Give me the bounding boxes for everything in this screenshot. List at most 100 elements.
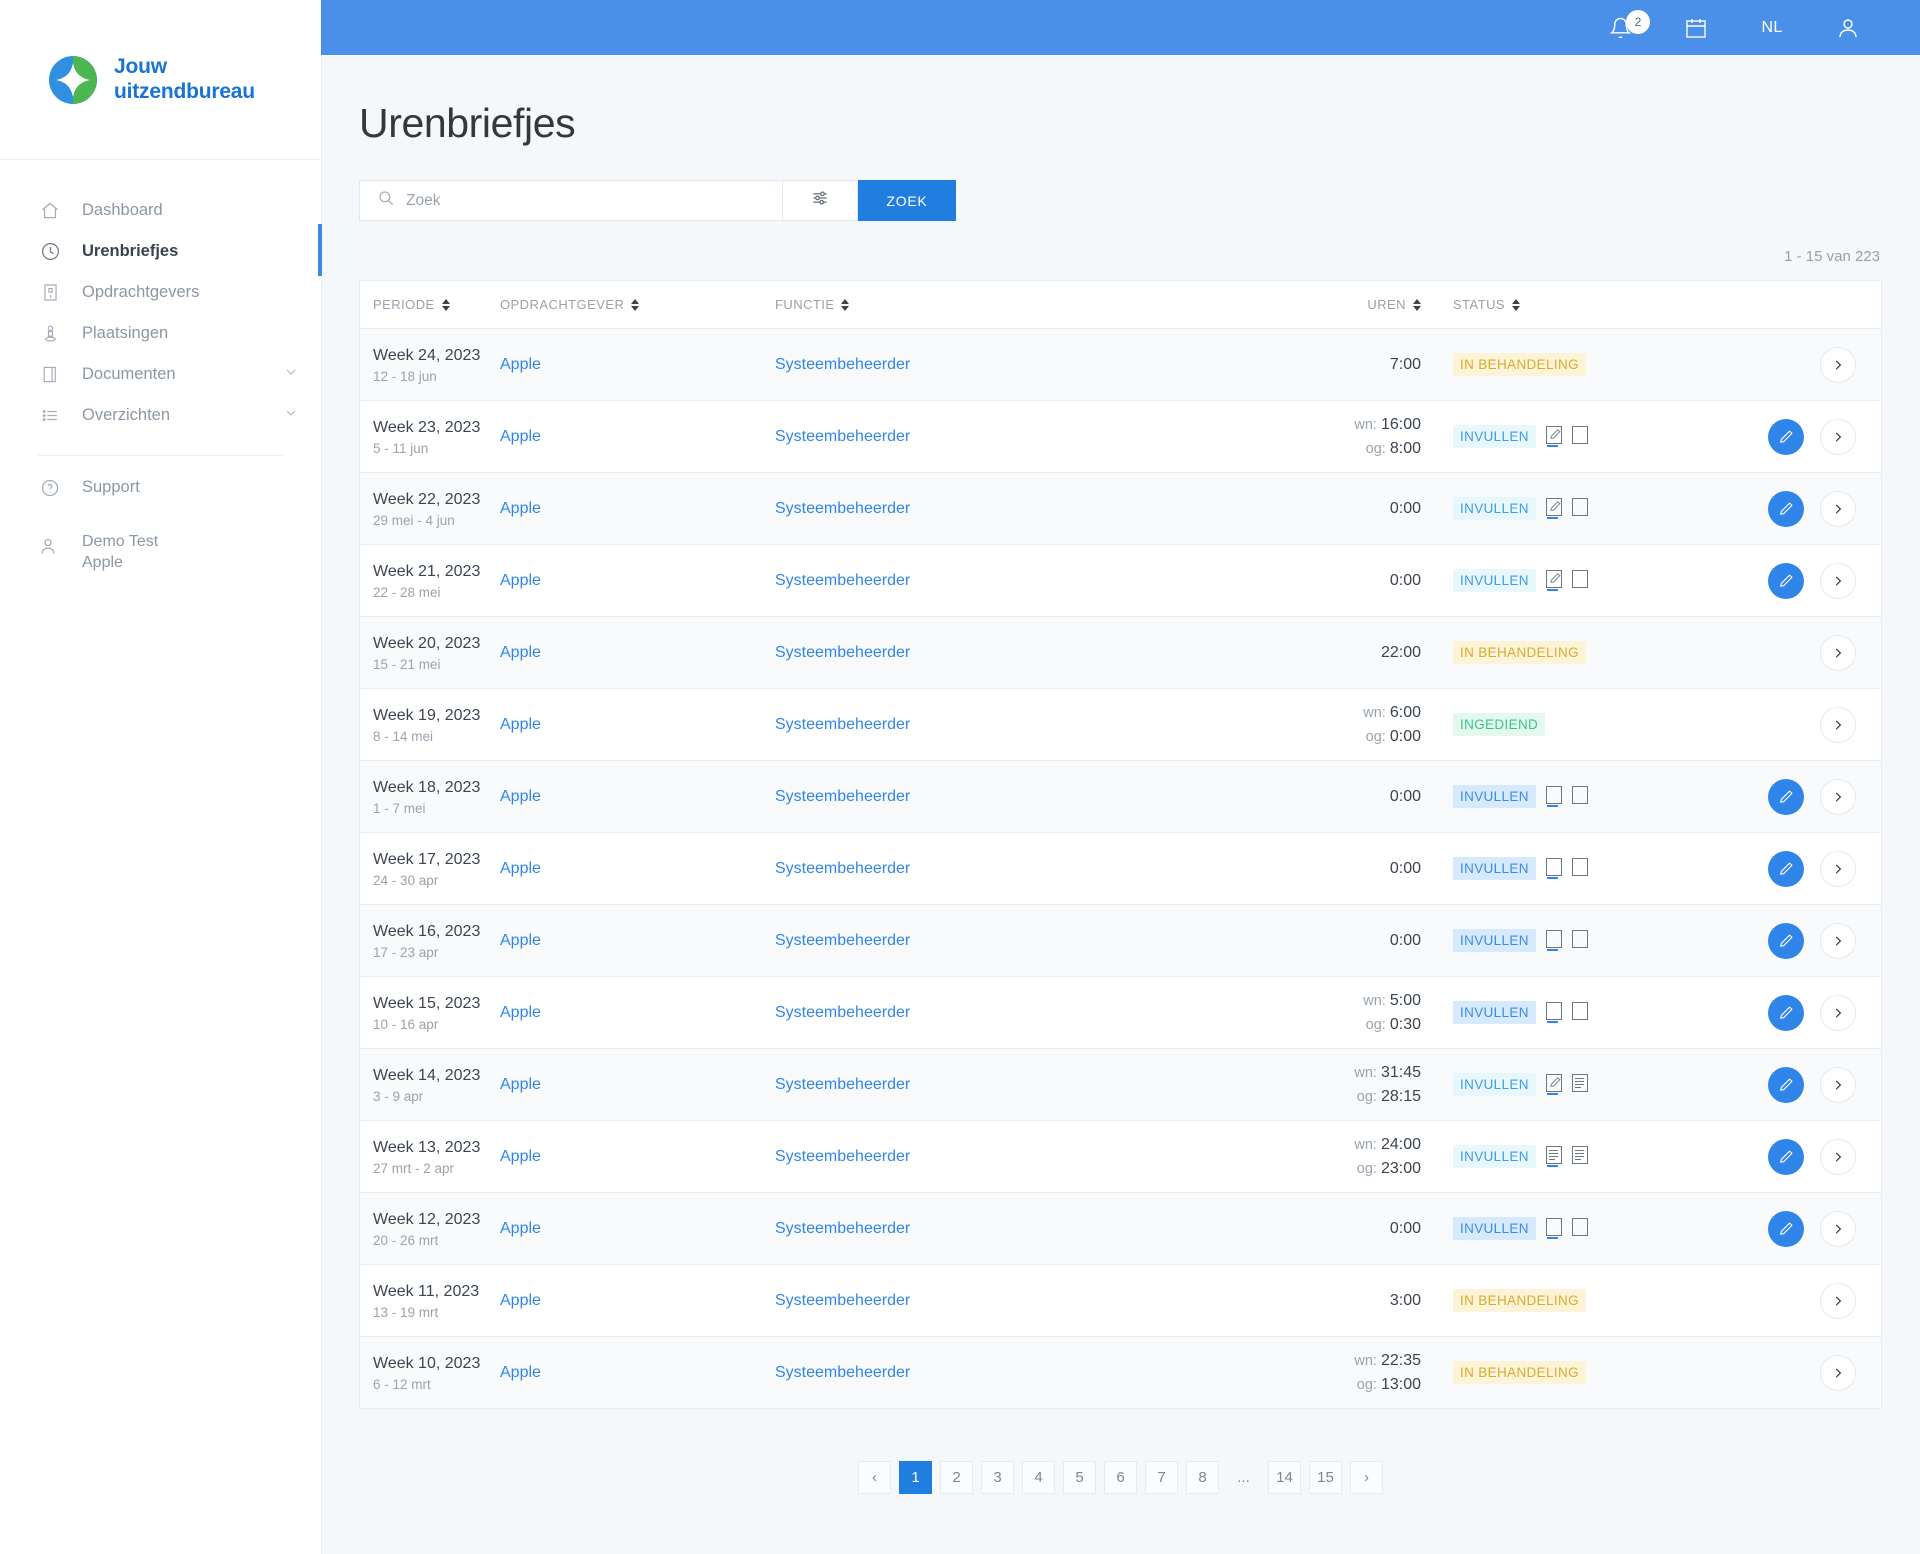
table-row[interactable]: Week 23, 20235 - 11 junAppleSysteembehee… <box>360 401 1881 473</box>
open-row-button[interactable] <box>1820 1139 1856 1175</box>
column-header-status[interactable]: STATUS <box>1421 297 1731 312</box>
open-row-button[interactable] <box>1820 635 1856 671</box>
table-row[interactable]: Week 12, 202320 - 26 mrtAppleSysteembehe… <box>360 1193 1881 1265</box>
edit-document-icon[interactable] <box>1546 498 1562 519</box>
pagination-page-1[interactable]: 1 <box>899 1461 932 1494</box>
opdrachtgever-link[interactable]: Apple <box>500 716 775 734</box>
open-row-button[interactable] <box>1820 347 1856 383</box>
document-lines-icon[interactable] <box>1572 1074 1588 1095</box>
functie-link[interactable]: Systeembeheerder <box>775 1292 1241 1310</box>
functie-link[interactable]: Systeembeheerder <box>775 356 1241 374</box>
edit-row-button[interactable] <box>1768 779 1804 815</box>
language-switcher[interactable]: NL <box>1734 0 1810 55</box>
open-row-button[interactable] <box>1820 923 1856 959</box>
opdrachtgever-link[interactable]: Apple <box>500 1004 775 1022</box>
open-row-button[interactable] <box>1820 1355 1856 1391</box>
open-row-button[interactable] <box>1820 563 1856 599</box>
table-row[interactable]: Week 17, 202324 - 30 aprAppleSysteembehe… <box>360 833 1881 905</box>
functie-link[interactable]: Systeembeheerder <box>775 1076 1241 1094</box>
open-row-button[interactable] <box>1820 707 1856 743</box>
opdrachtgever-link[interactable]: Apple <box>500 788 775 806</box>
table-row[interactable]: Week 22, 202329 mei - 4 junAppleSysteemb… <box>360 473 1881 545</box>
open-row-button[interactable] <box>1820 1283 1856 1319</box>
sidebar-item-urenbriefjes[interactable]: Urenbriefjes <box>0 231 321 272</box>
search-submit-button[interactable]: ZOEK <box>858 180 956 221</box>
table-row[interactable]: Week 20, 202315 - 21 meiAppleSysteembehe… <box>360 617 1881 689</box>
open-row-button[interactable] <box>1820 491 1856 527</box>
pagination-prev[interactable]: ‹ <box>858 1461 891 1494</box>
sidebar-item-documenten[interactable]: Documenten <box>0 354 321 395</box>
table-row[interactable]: Week 24, 202312 - 18 junAppleSysteembehe… <box>360 329 1881 401</box>
empty-document-icon[interactable] <box>1572 570 1588 591</box>
opdrachtgever-link[interactable]: Apple <box>500 1220 775 1238</box>
edit-document-icon[interactable] <box>1546 1074 1562 1095</box>
table-row[interactable]: Week 14, 20233 - 9 aprAppleSysteembeheer… <box>360 1049 1881 1121</box>
functie-link[interactable]: Systeembeheerder <box>775 428 1241 446</box>
chevron-down-icon[interactable] <box>283 364 299 385</box>
empty-document-icon[interactable] <box>1546 930 1562 951</box>
edit-document-icon[interactable] <box>1546 426 1562 447</box>
open-row-button[interactable] <box>1820 419 1856 455</box>
functie-link[interactable]: Systeembeheerder <box>775 644 1241 662</box>
functie-link[interactable]: Systeembeheerder <box>775 572 1241 590</box>
pagination-next[interactable]: › <box>1350 1461 1383 1494</box>
table-row[interactable]: Week 10, 20236 - 12 mrtAppleSysteembehee… <box>360 1337 1881 1409</box>
empty-document-icon[interactable] <box>1546 1218 1562 1239</box>
table-row[interactable]: Week 13, 202327 mrt - 2 aprAppleSysteemb… <box>360 1121 1881 1193</box>
sidebar-item-overzichten[interactable]: Overzichten <box>0 395 321 436</box>
table-row[interactable]: Week 18, 20231 - 7 meiAppleSysteembeheer… <box>360 761 1881 833</box>
chevron-down-icon[interactable] <box>283 405 299 426</box>
sort-icon[interactable] <box>1512 299 1520 311</box>
open-row-button[interactable] <box>1820 1211 1856 1247</box>
sidebar-item-dashboard[interactable]: Dashboard <box>0 190 321 231</box>
empty-document-icon[interactable] <box>1546 1002 1562 1023</box>
notifications-button[interactable]: 2 <box>1582 0 1658 55</box>
pagination-page-14[interactable]: 14 <box>1268 1461 1301 1494</box>
pagination-page-6[interactable]: 6 <box>1104 1461 1137 1494</box>
functie-link[interactable]: Systeembeheerder <box>775 1004 1241 1022</box>
opdrachtgever-link[interactable]: Apple <box>500 356 775 374</box>
pagination-page-8[interactable]: 8 <box>1186 1461 1219 1494</box>
opdrachtgever-link[interactable]: Apple <box>500 500 775 518</box>
opdrachtgever-link[interactable]: Apple <box>500 1148 775 1166</box>
open-row-button[interactable] <box>1820 1067 1856 1103</box>
empty-document-icon[interactable] <box>1572 786 1588 807</box>
empty-document-icon[interactable] <box>1572 858 1588 879</box>
pagination-page-4[interactable]: 4 <box>1022 1461 1055 1494</box>
open-row-button[interactable] <box>1820 851 1856 887</box>
edit-row-button[interactable] <box>1768 851 1804 887</box>
edit-row-button[interactable] <box>1768 419 1804 455</box>
empty-document-icon[interactable] <box>1572 930 1588 951</box>
document-lines-icon[interactable] <box>1572 1146 1588 1167</box>
pagination-page-2[interactable]: 2 <box>940 1461 973 1494</box>
pagination-page-3[interactable]: 3 <box>981 1461 1014 1494</box>
functie-link[interactable]: Systeembeheerder <box>775 1220 1241 1238</box>
table-row[interactable]: Week 15, 202310 - 16 aprAppleSysteembehe… <box>360 977 1881 1049</box>
logo[interactable]: Jouw uitzendbureau <box>0 0 321 160</box>
opdrachtgever-link[interactable]: Apple <box>500 572 775 590</box>
sidebar-item-opdrachtgevers[interactable]: Opdrachtgevers <box>0 272 321 313</box>
sidebar-item-support[interactable]: Support <box>0 467 321 508</box>
open-row-button[interactable] <box>1820 995 1856 1031</box>
pagination-page-5[interactable]: 5 <box>1063 1461 1096 1494</box>
calendar-button[interactable] <box>1658 0 1734 55</box>
opdrachtgever-link[interactable]: Apple <box>500 1364 775 1382</box>
sort-icon[interactable] <box>1413 299 1421 311</box>
column-header-uren[interactable]: UREN <box>1241 297 1421 312</box>
column-header-periode[interactable]: PERIODE <box>360 297 500 312</box>
sidebar-item-plaatsingen[interactable]: Plaatsingen <box>0 313 321 354</box>
functie-link[interactable]: Systeembeheerder <box>775 860 1241 878</box>
edit-row-button[interactable] <box>1768 1067 1804 1103</box>
functie-link[interactable]: Systeembeheerder <box>775 1148 1241 1166</box>
empty-document-icon[interactable] <box>1572 1218 1588 1239</box>
functie-link[interactable]: Systeembeheerder <box>775 716 1241 734</box>
opdrachtgever-link[interactable]: Apple <box>500 428 775 446</box>
edit-row-button[interactable] <box>1768 1139 1804 1175</box>
edit-row-button[interactable] <box>1768 563 1804 599</box>
column-header-opdrachtgever[interactable]: OPDRACHTGEVER <box>500 297 775 312</box>
empty-document-icon[interactable] <box>1572 1002 1588 1023</box>
sort-icon[interactable] <box>631 299 639 311</box>
account-button[interactable] <box>1810 0 1886 55</box>
table-row[interactable]: Week 21, 202322 - 28 meiAppleSysteembehe… <box>360 545 1881 617</box>
empty-document-icon[interactable] <box>1572 426 1588 447</box>
